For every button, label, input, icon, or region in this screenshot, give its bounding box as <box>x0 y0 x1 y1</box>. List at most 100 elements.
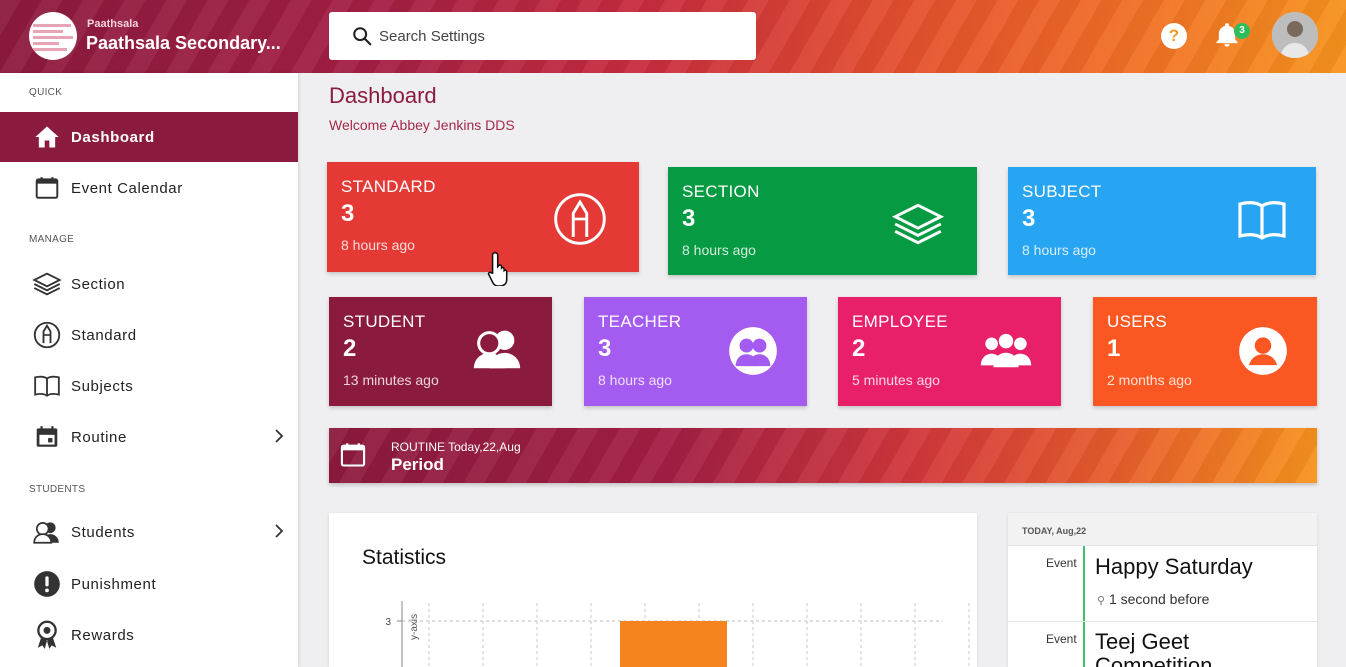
user-circle-icon <box>1239 327 1287 375</box>
sidebar-item-label: Punishment <box>71 575 157 593</box>
sidebar-item-label: Routine <box>71 428 127 446</box>
school-name[interactable]: Paathsala Secondary... <box>86 33 286 54</box>
routine-pattern <box>329 428 1317 483</box>
card-count: 2 <box>343 335 357 362</box>
school-short-name: Paathsala <box>87 18 139 30</box>
sidebar-item-label: Event Calendar <box>71 179 183 197</box>
chevron-right-icon[interactable] <box>274 524 284 538</box>
event-kind: Event <box>1046 556 1077 570</box>
section-label-manage: MANAGE <box>29 234 75 245</box>
calendar-icon <box>340 443 366 467</box>
section-label-students: STUDENTS <box>29 484 86 495</box>
card-title: EMPLOYEE <box>852 312 948 331</box>
card-time: 2 months ago <box>1107 372 1192 388</box>
sidebar-item-label: Standard <box>71 326 137 344</box>
avatar-image <box>1272 12 1318 58</box>
card-title: SUBJECT <box>1022 182 1102 201</box>
event-time: 1 second before <box>1108 591 1210 607</box>
events-header: TODAY, Aug,22 <box>1008 513 1317 546</box>
section-label-quick: QUICK <box>29 87 63 98</box>
card-subject[interactable]: SUBJECT 3 8 hours ago <box>1008 167 1316 275</box>
card-time: 8 hours ago <box>1022 242 1096 258</box>
user-avatar[interactable] <box>1272 12 1318 58</box>
teacher-icon <box>729 327 777 375</box>
card-time: 8 hours ago <box>341 237 415 253</box>
card-time: 5 minutes ago <box>852 372 940 388</box>
event-timeline <box>1083 622 1085 667</box>
layers-icon <box>891 203 945 245</box>
card-count: 1 <box>1107 335 1121 362</box>
routine-banner[interactable]: ROUTINE Today,22,Aug Period <box>329 428 1317 483</box>
group-icon <box>980 333 1032 368</box>
card-title: STUDENT <box>343 312 426 331</box>
welcome-message: Welcome Abbey Jenkins DDS <box>329 117 515 133</box>
card-section[interactable]: SECTION 3 8 hours ago <box>668 167 977 275</box>
sidebar-item-label: Dashboard <box>71 128 155 146</box>
sidebar-item-event-calendar[interactable]: Event Calendar <box>0 163 298 213</box>
event-item[interactable]: Event Teej Geet Competition <box>1008 621 1317 667</box>
pin-icon: ⚲ <box>1097 595 1106 607</box>
sidebar-item-label: Section <box>71 275 126 293</box>
top-app-bar: Paathsala Paathsala Secondary... ? 3 <box>0 0 1346 73</box>
help-icon[interactable]: ? <box>1161 23 1187 49</box>
sidebar-item-subjects[interactable]: Subjects <box>0 361 298 411</box>
card-employee[interactable]: EMPLOYEE 2 5 minutes ago <box>838 297 1061 406</box>
card-title: USERS <box>1107 312 1168 331</box>
bar[interactable] <box>620 621 727 667</box>
school-logo[interactable] <box>29 12 77 60</box>
sidebar-item-standard[interactable]: Standard <box>0 310 298 360</box>
book-icon <box>1238 201 1286 240</box>
event-timeline <box>1083 546 1085 622</box>
card-time: 8 hours ago <box>598 372 672 388</box>
event-title: Teej Geet Competition <box>1095 629 1213 667</box>
routine-value: Period <box>391 455 444 474</box>
card-users[interactable]: USERS 1 2 months ago <box>1093 297 1317 406</box>
sidebar-item-label: Subjects <box>71 377 134 395</box>
chevron-right-icon[interactable] <box>274 429 284 443</box>
sidebar-item-routine[interactable]: Routine <box>0 412 298 462</box>
book-icon <box>32 371 62 401</box>
y-tick-label: 3 <box>385 617 391 628</box>
search-icon <box>353 27 372 46</box>
home-icon <box>32 122 62 152</box>
card-teacher[interactable]: TEACHER 3 8 hours ago <box>584 297 807 406</box>
event-item[interactable]: Event Happy Saturday ⚲ 1 second before <box>1008 545 1317 622</box>
users-icon <box>32 517 62 547</box>
pencil-circle-icon <box>32 320 62 350</box>
event-kind: Event <box>1046 632 1077 646</box>
sidebar-item-rewards[interactable]: Rewards <box>0 610 298 660</box>
card-count: 3 <box>1022 205 1036 232</box>
event-time-row: ⚲ 1 second before <box>1097 591 1209 607</box>
card-student[interactable]: STUDENT 2 13 minutes ago <box>329 297 552 406</box>
sidebar-item-students[interactable]: Students <box>0 507 298 557</box>
statistics-panel: Statistics 3 y-axis <box>329 513 977 667</box>
card-title: SECTION <box>682 182 760 201</box>
search-input[interactable] <box>379 27 739 45</box>
notification-badge: 3 <box>1234 23 1250 39</box>
y-axis-label: y-axis <box>409 614 420 640</box>
page-title: Dashboard <box>329 83 437 108</box>
statistics-chart: 3 y-axis <box>385 601 970 667</box>
sidebar-item-punishment[interactable]: Punishment <box>0 559 298 609</box>
hand-cursor-icon <box>487 251 508 286</box>
layers-icon <box>32 269 62 299</box>
sidebar-item-label: Rewards <box>71 626 135 644</box>
card-title: TEACHER <box>598 312 682 331</box>
sidebar-item-dashboard[interactable]: Dashboard <box>0 112 298 162</box>
calendar-icon <box>32 173 62 203</box>
event-title: Happy Saturday <box>1095 554 1253 579</box>
card-count: 3 <box>341 200 355 227</box>
statistics-title: Statistics <box>362 546 447 569</box>
sidebar-item-section[interactable]: Section <box>0 259 298 309</box>
card-time: 13 minutes ago <box>343 372 439 388</box>
card-count: 2 <box>852 335 866 362</box>
events-panel: TODAY, Aug,22 Event Happy Saturday ⚲ 1 s… <box>1008 513 1317 667</box>
card-title: STANDARD <box>341 177 436 196</box>
users-icon <box>473 330 521 369</box>
search-box[interactable] <box>329 12 756 60</box>
award-icon <box>32 620 62 650</box>
card-time: 8 hours ago <box>682 242 756 258</box>
alert-icon <box>32 569 62 599</box>
card-count: 3 <box>598 335 612 362</box>
card-standard[interactable]: STANDARD 3 8 hours ago <box>327 162 639 272</box>
